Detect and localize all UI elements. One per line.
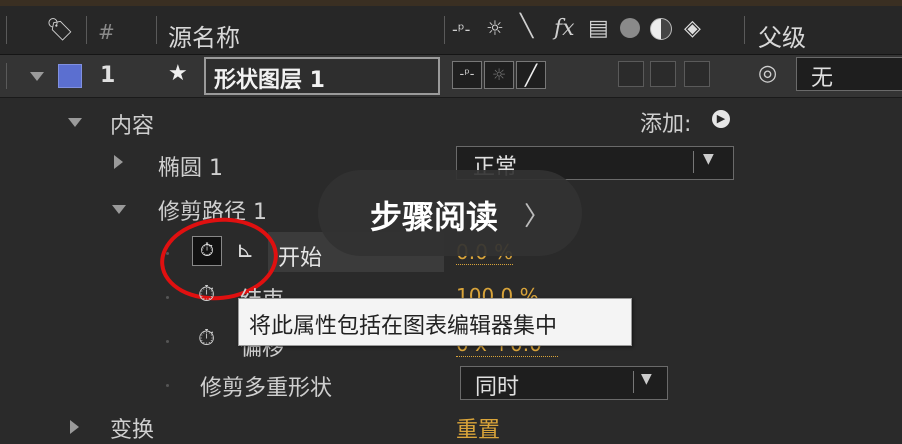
column-header: 🏷 # 源名称 -ᵖ- ☼ ╲ fx ▤ ◈ 父级	[0, 6, 902, 55]
layer-name: 形状图层 1	[214, 68, 325, 93]
expand-ellipse-icon[interactable]	[114, 155, 123, 169]
adjustment-layer-icon[interactable]	[650, 18, 672, 40]
column-separator	[444, 16, 445, 44]
tooltip-text: 将此属性包括在图表编辑器集中	[249, 314, 558, 339]
3d-layer-icon[interactable]: ◈	[684, 16, 701, 41]
effect-fx-icon[interactable]: fx	[554, 16, 575, 41]
add-arrow-icon[interactable]: ▶	[712, 110, 730, 128]
dropdown-divider	[633, 371, 634, 393]
pick-whip-icon[interactable]: ◎	[758, 61, 777, 86]
parent-value: 无	[811, 66, 834, 91]
motion-blur-switch[interactable]	[684, 61, 710, 87]
layer-color-label[interactable]	[58, 64, 82, 88]
number-column-header[interactable]: #	[98, 20, 115, 44]
expand-trim-paths-icon[interactable]	[112, 205, 126, 214]
tree-guide-dot	[166, 252, 169, 255]
collapse-icon[interactable]: ☼	[486, 16, 504, 40]
stopwatch-icon[interactable]: ⏱	[198, 326, 215, 351]
layer-name-field[interactable]: 形状图层 1	[204, 57, 440, 95]
effect-switch[interactable]	[618, 61, 644, 87]
tree-guide-dot	[166, 296, 169, 299]
add-label[interactable]: 添加:	[640, 106, 691, 138]
dropdown-divider	[693, 151, 694, 173]
layer-row[interactable]: 1 ★ 形状图层 1 -ᵖ- ☼ ╱ ◎ 无	[0, 55, 902, 98]
trim-multiple-dropdown[interactable]: 同时 ▼	[460, 366, 668, 400]
shy-switch[interactable]: -ᵖ-	[452, 61, 482, 89]
tree-guide-dot	[166, 340, 169, 343]
chevron-right-icon: 〉	[524, 202, 551, 232]
parent-header[interactable]: 父级	[758, 18, 806, 53]
expand-contents-icon[interactable]	[68, 118, 82, 127]
source-name-header[interactable]: 源名称	[168, 18, 240, 53]
frame-blend-switch[interactable]	[650, 61, 676, 87]
start-label: 开始	[278, 246, 323, 271]
step-reading-label: 步骤阅读	[370, 198, 499, 236]
shape-layer-star-icon: ★	[168, 61, 188, 86]
quality-switch[interactable]: ╱	[516, 61, 546, 89]
shy-icon[interactable]: -ᵖ-	[452, 20, 470, 39]
stopwatch-icon[interactable]: ⏱	[198, 282, 215, 307]
parent-dropdown[interactable]: 无	[796, 57, 902, 91]
column-separator	[86, 16, 87, 44]
chevron-down-icon: ▼	[641, 371, 652, 387]
column-separator	[156, 16, 157, 44]
trim-multiple-label: 修剪多重形状	[200, 376, 333, 401]
ellipse-label: 椭圆 1	[158, 156, 223, 181]
transform-label: 变换	[110, 418, 155, 443]
label-tag-icon[interactable]: 🏷	[46, 18, 74, 43]
chevron-down-icon: ▼	[703, 151, 714, 167]
quality-icon[interactable]: ╲	[520, 14, 533, 39]
collapse-switch[interactable]: ☼	[484, 61, 514, 89]
column-separator	[6, 63, 7, 89]
contents-label: 内容	[110, 114, 155, 139]
layer-number: 1	[100, 63, 116, 88]
trim-multiple-value: 同时	[475, 375, 520, 400]
transform-reset[interactable]: 重置	[456, 412, 500, 444]
column-separator	[744, 16, 745, 44]
step-reading-button[interactable]: 步骤阅读 〉	[318, 170, 582, 256]
expand-layer-icon[interactable]	[30, 72, 44, 81]
motion-blur-icon[interactable]	[620, 18, 640, 38]
tree-guide-dot	[166, 384, 169, 387]
column-separator	[6, 16, 7, 44]
tooltip: 将此属性包括在图表编辑器集中	[238, 298, 632, 346]
frame-blend-icon[interactable]: ▤	[588, 16, 609, 41]
